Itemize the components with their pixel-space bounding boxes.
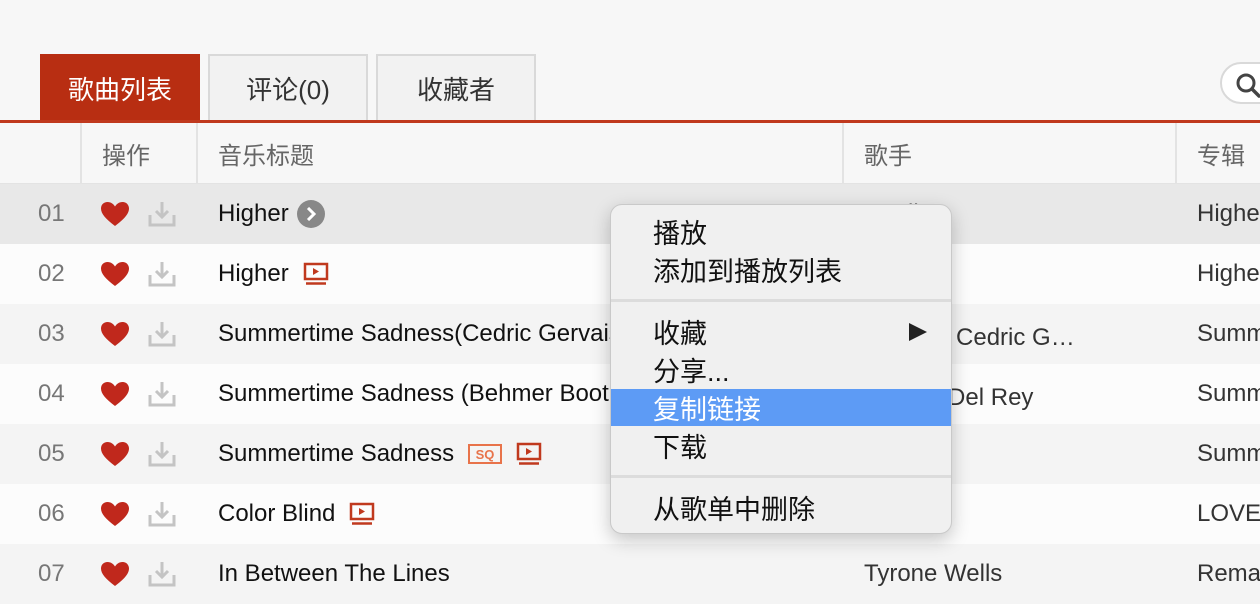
heart-icon[interactable]: [100, 544, 130, 604]
context-menu: 播放 添加到播放列表 收藏 分享... 复制链接 下载 从歌单中删除: [610, 204, 952, 534]
header-artist[interactable]: 歌手: [864, 123, 912, 183]
download-icon[interactable]: [148, 244, 176, 304]
tab-song-list[interactable]: 歌曲列表: [40, 54, 200, 120]
submenu-arrow-icon: [909, 323, 927, 341]
download-icon[interactable]: [148, 304, 176, 364]
table-header: 操作 音乐标题 歌手 专辑: [0, 123, 1260, 185]
track-number: 03: [38, 320, 65, 347]
track-number: 02: [38, 260, 65, 287]
song-title[interactable]: Summertime Sadness SQ: [218, 424, 613, 484]
menu-item-play[interactable]: 播放: [611, 213, 951, 250]
song-title[interactable]: Higher: [218, 244, 613, 304]
song-album[interactable]: Highe: [1197, 184, 1260, 244]
song-album[interactable]: Summ: [1197, 424, 1260, 484]
song-album[interactable]: LOVE: [1197, 484, 1260, 544]
menu-item-copy-link[interactable]: 复制链接: [611, 389, 951, 426]
heart-icon[interactable]: [100, 304, 130, 364]
track-number: 04: [38, 380, 65, 407]
song-title[interactable]: Higher: [218, 184, 613, 244]
track-number: 07: [38, 560, 65, 587]
song-album[interactable]: Summ: [1197, 304, 1260, 364]
song-title[interactable]: Summertime Sadness (Behmer Boot: [218, 364, 613, 424]
table-row[interactable]: 07 In Between The Lines Tyrone Wells Rem…: [0, 544, 1260, 604]
heart-icon[interactable]: [100, 244, 130, 304]
track-number: 05: [38, 440, 65, 467]
tab-bar: 歌曲列表 评论(0) 收藏者: [40, 54, 544, 120]
header-album[interactable]: 专辑: [1197, 123, 1245, 183]
menu-separator: [611, 299, 951, 302]
mv-icon[interactable]: [303, 262, 329, 286]
download-icon[interactable]: [148, 544, 176, 604]
menu-item-remove-from-playlist[interactable]: 从歌单中删除: [611, 489, 951, 526]
song-album[interactable]: Rema: [1197, 544, 1260, 604]
song-album[interactable]: Highe: [1197, 244, 1260, 304]
song-title[interactable]: Summertime Sadness(Cedric Gervais: [218, 304, 613, 364]
menu-separator: [611, 475, 951, 478]
track-number: 06: [38, 500, 65, 527]
track-number: 01: [38, 200, 65, 227]
menu-item-share[interactable]: 分享...: [611, 351, 951, 388]
heart-icon[interactable]: [100, 364, 130, 424]
song-artist[interactable]: Tyrone Wells: [864, 544, 1174, 604]
menu-item-collect[interactable]: 收藏: [611, 313, 951, 350]
mv-icon[interactable]: [349, 502, 375, 526]
heart-icon[interactable]: [100, 424, 130, 484]
header-title[interactable]: 音乐标题: [218, 123, 314, 183]
tab-comments[interactable]: 评论(0): [208, 54, 368, 120]
search-icon: [1236, 73, 1260, 98]
menu-item-download[interactable]: 下载: [611, 427, 951, 464]
tab-collectors[interactable]: 收藏者: [376, 54, 536, 120]
download-icon[interactable]: [148, 424, 176, 484]
download-icon[interactable]: [148, 184, 176, 244]
search-input[interactable]: [1220, 62, 1260, 104]
heart-icon[interactable]: [100, 184, 130, 244]
heart-icon[interactable]: [100, 484, 130, 544]
download-icon[interactable]: [148, 484, 176, 544]
menu-item-add-to-playlist[interactable]: 添加到播放列表: [611, 251, 951, 288]
download-icon[interactable]: [148, 364, 176, 424]
play-circle-icon[interactable]: [296, 200, 325, 228]
sq-badge: SQ: [468, 444, 503, 464]
mv-icon[interactable]: [516, 442, 542, 466]
song-title[interactable]: In Between The Lines: [218, 544, 613, 604]
header-action: 操作: [102, 142, 150, 170]
song-album[interactable]: Summ: [1197, 364, 1260, 424]
song-title[interactable]: Color Blind: [218, 484, 613, 544]
svg-text:SQ: SQ: [476, 447, 495, 462]
